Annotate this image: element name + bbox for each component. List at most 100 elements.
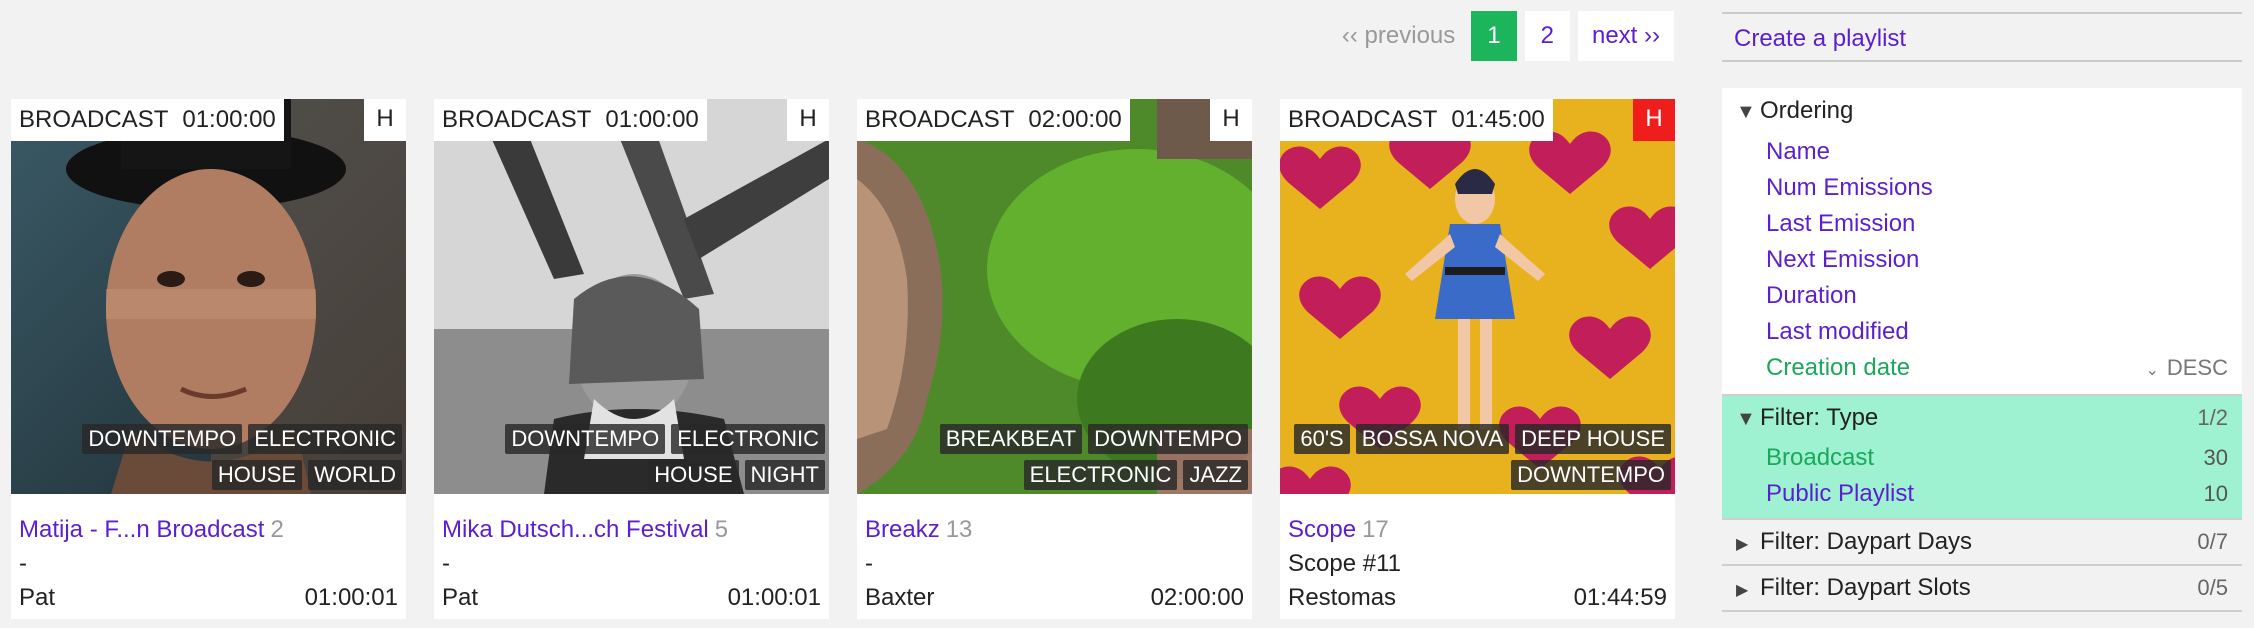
- type-badge: BROADCAST 01:45:00: [1280, 99, 1553, 141]
- ordering-option-duration[interactable]: Duration: [1722, 278, 2242, 314]
- filter-type-header[interactable]: ▼ Filter: Type 1/2: [1722, 396, 2242, 440]
- tag[interactable]: BREAKBEAT: [939, 424, 1083, 454]
- previous-page-link[interactable]: ‹‹ previous: [1326, 11, 1471, 61]
- length: 01:44:59: [1573, 584, 1667, 611]
- playlist-subtitle: Scope #11: [1288, 550, 1401, 577]
- filter-daypart-slots-count: 0/5: [2197, 575, 2228, 600]
- tag[interactable]: DOWNTEMPO: [1511, 460, 1671, 490]
- ordering-option-next-emission[interactable]: Next Emission: [1722, 242, 2242, 278]
- filter-option-label: Public Playlist: [1766, 480, 1915, 507]
- playlist-card[interactable]: BROADCAST 01:00:00 H DOWNTEMPO ELECTRONIC…: [11, 99, 406, 619]
- duration-label: 01:00:00: [605, 106, 699, 133]
- ordering-option-label: Creation date: [1766, 354, 1911, 381]
- filter-daypart-slots-label: Filter: Daypart Slots: [1760, 574, 1971, 601]
- tag[interactable]: NIGHT: [744, 460, 825, 490]
- filter-type-section: ▼ Filter: Type 1/2 Broadcast 30 Public Pl…: [1722, 394, 2242, 520]
- tag[interactable]: 60'S: [1294, 424, 1350, 454]
- filter-option-label: Broadcast: [1766, 444, 1875, 471]
- length: 02:00:00: [1150, 584, 1244, 611]
- filter-type-count: 1/2: [2197, 405, 2228, 430]
- emission-count: 5: [714, 516, 729, 543]
- author: Pat: [442, 584, 479, 611]
- ordering-option-creation-date[interactable]: Creation date ⌄ DESC: [1722, 350, 2242, 386]
- cover-image[interactable]: BROADCAST 01:00:00 H DOWNTEMPO ELECTRONIC…: [434, 99, 829, 494]
- next-page-link[interactable]: next ››: [1577, 11, 1674, 61]
- type-label: BROADCAST: [19, 106, 169, 133]
- playlist-card[interactable]: BROADCAST 02:00:00 H BREAKBEAT DOWNTEMPO …: [857, 99, 1252, 619]
- playlist-subtitle: -: [19, 550, 27, 577]
- tag[interactable]: ELECTRONIC: [671, 424, 825, 454]
- ordering-option-num-emissions[interactable]: Num Emissions: [1722, 170, 2242, 206]
- emission-count: 17: [1362, 516, 1389, 543]
- tag[interactable]: DOWNTEMPO: [505, 424, 666, 454]
- chevron-down-icon: ⌄: [2145, 362, 2159, 379]
- create-playlist-link[interactable]: Create a playlist: [1722, 12, 2242, 62]
- sort-direction-toggle[interactable]: ⌄ DESC: [2145, 350, 2228, 389]
- tag[interactable]: HOUSE: [648, 460, 739, 490]
- page-2-button[interactable]: 2: [1524, 11, 1570, 61]
- tag[interactable]: DOWNTEMPO: [82, 424, 243, 454]
- sort-direction-label: DESC: [2166, 355, 2228, 380]
- triangle-down-icon: ▼: [1736, 101, 1756, 123]
- emission-count: 2: [270, 516, 284, 543]
- ordering-header[interactable]: ▼ Ordering: [1722, 88, 2242, 134]
- playlist-subtitle: -: [865, 550, 873, 577]
- h-flag: H: [364, 99, 406, 141]
- cover-image[interactable]: BROADCAST 01:00:00 H DOWNTEMPO ELECTRONIC…: [11, 99, 406, 494]
- author: Restomas: [1288, 584, 1397, 611]
- emission-count: 13: [945, 516, 973, 543]
- type-badge: BROADCAST 02:00:00: [857, 99, 1130, 141]
- filter-type-label: Filter: Type: [1760, 404, 1879, 431]
- filter-daypart-days-count: 0/7: [2197, 529, 2228, 554]
- tag[interactable]: DOWNTEMPO: [1088, 424, 1248, 454]
- length: 01:00:01: [304, 584, 398, 611]
- playlist-title-link[interactable]: Mika Dutsch...ch Festival: [442, 516, 709, 543]
- tag[interactable]: HOUSE: [211, 460, 303, 490]
- filter-daypart-days-label: Filter: Daypart Days: [1760, 528, 1973, 555]
- h-flag: H: [787, 99, 829, 141]
- tag[interactable]: ELECTRONIC: [248, 424, 402, 454]
- type-badge: BROADCAST 01:00:00: [11, 99, 284, 141]
- filter-option-count: 30: [2203, 445, 2228, 470]
- tag[interactable]: ELECTRONIC: [1023, 460, 1178, 490]
- cover-image[interactable]: BROADCAST 02:00:00 H BREAKBEAT DOWNTEMPO …: [857, 99, 1252, 494]
- author: Baxter: [865, 584, 935, 611]
- pagination: ‹‹ previous 1 2 next ››: [1326, 11, 1674, 61]
- duration-label: 01:45:00: [1451, 106, 1545, 133]
- playlist-card[interactable]: BROADCAST 01:45:00 H 60'S BOSSA NOVA DEEP…: [1280, 99, 1675, 619]
- playlist-title-link[interactable]: Scope: [1288, 516, 1356, 543]
- tag[interactable]: BOSSA NOVA: [1355, 424, 1510, 454]
- h-flag: H: [1633, 99, 1675, 141]
- ordering-option-name[interactable]: Name: [1722, 134, 2242, 170]
- playlist-card[interactable]: BROADCAST 01:00:00 H DOWNTEMPO ELECTRONIC…: [434, 99, 829, 619]
- duration-label: 02:00:00: [1028, 106, 1122, 133]
- cover-image[interactable]: BROADCAST 01:45:00 H 60'S BOSSA NOVA DEEP…: [1280, 99, 1675, 494]
- triangle-right-icon: ▶: [1736, 582, 1749, 599]
- type-label: BROADCAST: [865, 106, 1015, 133]
- playlist-title-link[interactable]: Breakz: [865, 516, 940, 543]
- filter-panel: ▼ Ordering Name Num Emissions Last Emissi…: [1722, 88, 2242, 612]
- tag[interactable]: JAZZ: [1183, 460, 1248, 490]
- tag[interactable]: WORLD: [308, 460, 402, 490]
- filter-daypart-days-header[interactable]: ▶ Filter: Daypart Days 0/7: [1722, 520, 2242, 566]
- playlist-subtitle: -: [442, 550, 450, 577]
- h-flag: H: [1210, 99, 1252, 141]
- ordering-option-last-emission[interactable]: Last Emission: [1722, 206, 2242, 242]
- filter-option-public-playlist[interactable]: Public Playlist 10: [1722, 476, 2242, 512]
- author: Pat: [19, 584, 56, 611]
- page-1-button[interactable]: 1: [1471, 11, 1517, 61]
- type-label: BROADCAST: [1288, 106, 1438, 133]
- filter-option-count: 10: [2203, 481, 2228, 506]
- tag[interactable]: DEEP HOUSE: [1515, 424, 1671, 454]
- triangle-down-icon: ▼: [1736, 408, 1756, 430]
- filter-daypart-slots-header[interactable]: ▶ Filter: Daypart Slots 0/5: [1722, 566, 2242, 612]
- tag-list: 60'S BOSSA NOVA DEEP HOUSE DOWNTEMPO: [1291, 424, 1671, 490]
- tag-list: BREAKBEAT DOWNTEMPO ELECTRONIC JAZZ: [868, 424, 1248, 490]
- length: 01:00:01: [727, 584, 821, 611]
- type-label: BROADCAST: [442, 106, 592, 133]
- triangle-right-icon: ▶: [1736, 536, 1749, 553]
- ordering-option-last-modified[interactable]: Last modified: [1722, 314, 2242, 350]
- filter-option-broadcast[interactable]: Broadcast 30: [1722, 440, 2242, 476]
- duration-label: 01:00:00: [182, 106, 276, 133]
- playlist-title-link[interactable]: Matija - F...n Broadcast: [19, 516, 264, 543]
